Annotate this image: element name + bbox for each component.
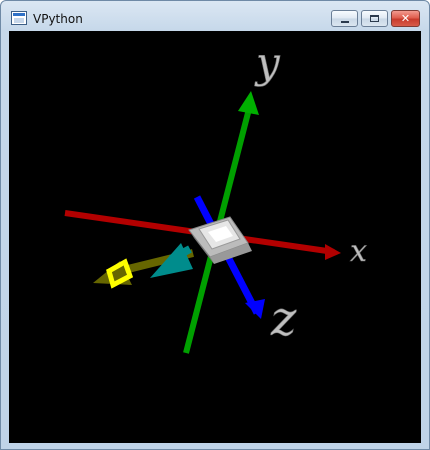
maximize-button[interactable]: [361, 10, 388, 27]
minimize-icon: [340, 20, 349, 23]
window-controls: ✕: [331, 10, 420, 28]
3d-scene-svg: y x z: [9, 31, 421, 443]
close-button[interactable]: ✕: [391, 10, 420, 27]
vpython-window: VPython ✕ y x z: [0, 0, 430, 450]
3d-scene-canvas[interactable]: y x z: [9, 31, 421, 443]
x-axis-label: x: [350, 234, 367, 269]
title-bar[interactable]: VPython ✕: [1, 1, 429, 29]
app-icon: [11, 11, 27, 25]
y-axis-label: y: [254, 38, 281, 87]
z-axis-label: z: [270, 291, 297, 347]
maximize-icon: [370, 15, 379, 22]
window-title: VPython: [33, 12, 83, 26]
close-icon: ✕: [400, 12, 411, 25]
minimize-button[interactable]: [331, 10, 358, 27]
